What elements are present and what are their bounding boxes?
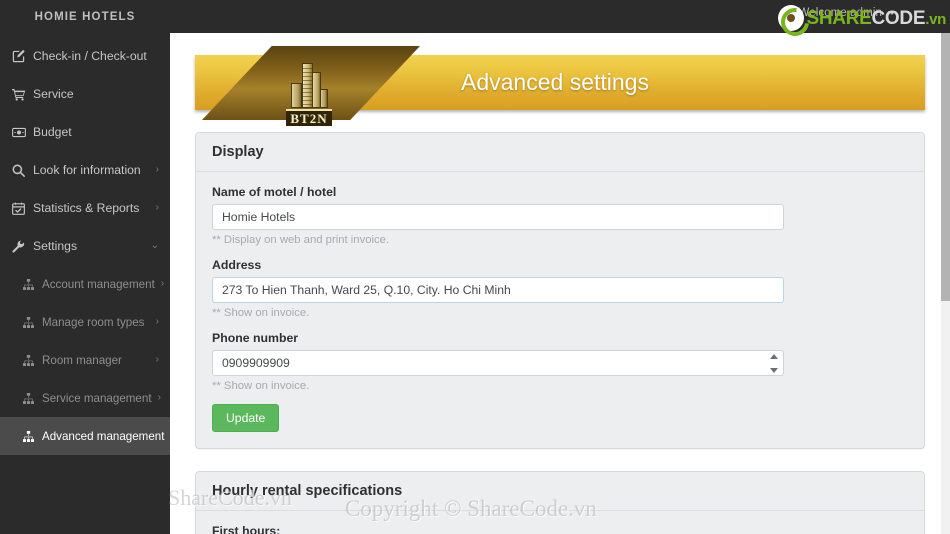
sidebar-item-chevron: › — [155, 316, 159, 327]
sitemap-icon — [23, 278, 37, 290]
bt2n-logo: BT2N — [273, 60, 345, 126]
bt2n-logo-text: BT2N — [286, 109, 332, 126]
phone-value: 0909909909 — [222, 356, 290, 370]
main-content: BT2N Advanced settings Display Name of m… — [170, 33, 950, 534]
sidebar-item-manage-room-types[interactable]: Manage room types › — [0, 303, 170, 341]
content-inner: BT2N Advanced settings Display Name of m… — [170, 33, 950, 534]
sidebar-item-label: Statistics & Reports — [33, 201, 140, 215]
sidebar-item-chevron: ⌄ — [150, 240, 159, 251]
display-panel: Display Name of motel / hotel Homie Hote… — [195, 132, 925, 449]
sidebar-item-budget[interactable]: Budget — [0, 113, 170, 151]
edit-square-icon — [12, 49, 28, 63]
sidebar-item-look-for-information[interactable]: Look for information › — [0, 151, 170, 189]
phone-hint: ** Show on invoice. — [212, 380, 310, 392]
sidebar-item-chevron: › — [155, 354, 159, 365]
welcome-user-menu[interactable]: Welcome admin — [798, 7, 896, 19]
sidebar-item-settings[interactable]: Settings ⌄ — [0, 227, 170, 265]
sidebar: HOMIE HOTELS Check-in / Check-out Servic… — [0, 0, 170, 534]
sidebar-item-checkin-checkout[interactable]: Check-in / Check-out — [0, 37, 170, 75]
hotel-name-input[interactable]: Homie Hotels — [212, 204, 784, 230]
sitemap-icon — [23, 430, 37, 442]
money-bill-icon — [12, 127, 28, 138]
hotel-name-hint: ** Display on web and print invoice. — [212, 234, 390, 246]
sidebar-item-label: Check-in / Check-out — [33, 49, 147, 63]
app-root: Welcome admin HOMIE HOTELS Check-in / Ch… — [0, 0, 950, 534]
hotel-name-label: Name of motel / hotel — [212, 185, 337, 199]
sidebar-item-statistics-reports[interactable]: Statistics & Reports › — [0, 189, 170, 227]
sitemap-icon — [23, 316, 37, 328]
sitemap-icon — [23, 392, 37, 404]
hourly-rental-heading: Hourly rental specifications — [196, 472, 924, 511]
sidebar-item-label: Look for information — [33, 163, 141, 177]
sidebar-item-chevron: › — [155, 202, 159, 213]
display-panel-heading: Display — [196, 133, 924, 172]
content-scrollbar[interactable] — [941, 33, 950, 534]
hourly-rental-panel: Hourly rental specifications First hours… — [195, 471, 925, 534]
shopping-cart-icon — [12, 88, 28, 101]
page-title: Advanced settings — [461, 69, 649, 95]
sidebar-item-account-management[interactable]: Account management › — [0, 265, 170, 303]
address-value: 273 To Hien Thanh, Ward 25, Q.10, City. … — [222, 283, 511, 297]
page-banner: BT2N Advanced settings — [195, 46, 925, 126]
calendar-check-icon — [12, 202, 28, 215]
sidebar-brand: HOMIE HOTELS — [34, 10, 136, 23]
sidebar-item-label: Advanced management — [42, 429, 165, 443]
sidebar-nav: Check-in / Check-out Service Budget Look… — [0, 33, 170, 455]
sidebar-item-advanced-management[interactable]: Advanced management — [0, 417, 170, 455]
chevron-down-icon — [888, 10, 896, 15]
hotel-name-value: Homie Hotels — [222, 210, 296, 224]
sidebar-item-label: Room manager — [42, 353, 122, 367]
number-stepper-icon[interactable] — [769, 354, 778, 373]
sidebar-item-service-management[interactable]: Service management › — [0, 379, 170, 417]
sidebar-item-label: Service — [33, 87, 74, 101]
welcome-label: Welcome admin — [798, 7, 882, 19]
update-button[interactable]: Update — [212, 404, 280, 432]
phone-label: Phone number — [212, 331, 299, 345]
sidebar-item-chevron: › — [155, 164, 159, 175]
sidebar-item-label: Settings — [33, 239, 78, 253]
first-hours-label: First hours: — [212, 524, 281, 534]
wrench-icon — [12, 240, 28, 253]
address-input[interactable]: 273 To Hien Thanh, Ward 25, Q.10, City. … — [212, 277, 784, 303]
address-label: Address — [212, 258, 262, 272]
scrollbar-thumb[interactable] — [941, 33, 950, 301]
sidebar-item-chevron: › — [160, 278, 165, 289]
sidebar-item-label: Budget — [33, 125, 72, 139]
sidebar-item-label: Service management — [42, 391, 152, 405]
phone-input[interactable]: 0909909909 — [212, 350, 784, 376]
sidebar-item-room-manager[interactable]: Room manager › — [0, 341, 170, 379]
search-icon — [12, 164, 28, 177]
sidebar-item-service[interactable]: Service — [0, 75, 170, 113]
sidebar-item-label: Manage room types — [42, 315, 145, 329]
sidebar-item-chevron: › — [157, 392, 161, 403]
hourly-rental-body: First hours: 1 — [196, 511, 924, 534]
address-hint: ** Show on invoice. — [212, 307, 310, 319]
display-panel-body: Name of motel / hotel Homie Hotels ** Di… — [196, 172, 924, 448]
building-icon — [286, 63, 332, 108]
sidebar-item-label: Account management — [42, 277, 155, 291]
sitemap-icon — [23, 354, 37, 366]
